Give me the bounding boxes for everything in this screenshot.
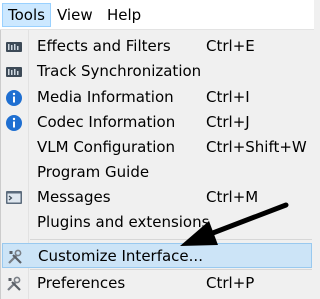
menu-item-shortcut: Ctrl+I: [206, 88, 250, 106]
menu-item-label: Preferences: [37, 274, 126, 292]
menu-item-shortcut: Ctrl+Shift+W: [206, 138, 307, 156]
menu-item-effects-and-filters[interactable]: Effects and Filters Ctrl+E: [2, 34, 312, 59]
menu-item-shortcut: Ctrl+J: [206, 113, 250, 131]
menu-item-label: Customize Interface...: [38, 247, 203, 265]
menu-item-label: Codec Information: [37, 113, 176, 131]
menu-item-preferences[interactable]: Preferences Ctrl+P: [2, 271, 312, 296]
menu-view-label: View: [57, 6, 93, 24]
menu-item-label: Track Synchronization: [37, 62, 202, 80]
tools-icon: [7, 276, 21, 291]
menu-view[interactable]: View: [52, 3, 98, 27]
menu-help[interactable]: Help: [102, 3, 146, 27]
menu-separator: [30, 239, 312, 240]
menu-item-label: Media Information: [37, 88, 174, 106]
menu-item-vlm-configuration[interactable]: VLM Configuration Ctrl+Shift+W: [2, 135, 312, 160]
tools-icon: [8, 249, 22, 264]
menu-item-shortcut: Ctrl+M: [206, 188, 259, 206]
info-icon: [6, 90, 22, 106]
menu-item-plugins-and-extensions[interactable]: Plugins and extensions: [2, 210, 312, 235]
menu-item-shortcut: Ctrl+P: [206, 274, 255, 292]
menu-item-program-guide[interactable]: Program Guide: [2, 160, 312, 185]
menu-tools[interactable]: Tools: [2, 3, 51, 27]
menu-separator: [30, 269, 312, 270]
menu-item-label: VLM Configuration: [37, 138, 176, 156]
menu-item-messages[interactable]: Messages Ctrl+M: [2, 185, 312, 210]
menu-help-label: Help: [107, 6, 142, 24]
menu-item-label: Program Guide: [37, 163, 150, 181]
info-icon: [6, 115, 22, 131]
menu-tools-label: Tools: [8, 6, 45, 24]
menu-bar: Tools View Help: [0, 0, 314, 30]
terminal-icon: [6, 191, 22, 204]
menu-item-track-synchronization[interactable]: Track Synchronization: [2, 59, 312, 84]
menu-item-codec-information[interactable]: Codec Information Ctrl+J: [2, 110, 312, 135]
menu-item-media-information[interactable]: Media Information Ctrl+I: [2, 85, 312, 110]
equalizer-icon: [6, 42, 22, 52]
menu-item-label: Effects and Filters: [37, 37, 171, 55]
menu-item-label: Plugins and extensions: [37, 213, 210, 231]
equalizer-icon: [6, 67, 22, 77]
menu-item-shortcut: Ctrl+E: [206, 37, 255, 55]
menu-item-customize-interface[interactable]: Customize Interface...: [2, 243, 312, 268]
menu-item-label: Messages: [37, 188, 111, 206]
